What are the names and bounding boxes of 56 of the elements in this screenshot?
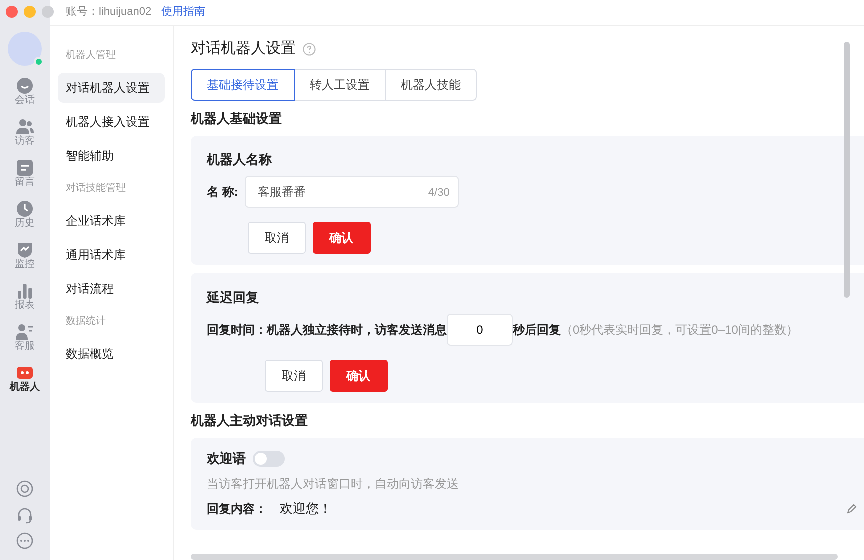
- person-list-icon[interactable]: [16, 323, 34, 341]
- toggle-switch[interactable]: [252, 450, 284, 467]
- help-icon[interactable]: [302, 42, 316, 56]
- horizontal-scrollbar[interactable]: [191, 554, 838, 560]
- menu-item[interactable]: 企业话术库: [58, 206, 165, 236]
- card-title: 机器人名称: [207, 151, 273, 170]
- menu-item[interactable]: 机器人接入设置: [58, 107, 165, 137]
- field-label: 秒后回复: [513, 322, 561, 338]
- confirm-button[interactable]: 确认: [312, 222, 370, 254]
- tab[interactable]: 基础接待设置: [191, 68, 295, 100]
- shield-icon[interactable]: [16, 241, 34, 259]
- edit-icon[interactable]: [846, 502, 858, 515]
- menu-item[interactable]: 对话机器人设置: [58, 73, 165, 103]
- account-label: 账号：lihuijuan02: [66, 5, 152, 20]
- robot-icon[interactable]: [16, 364, 34, 382]
- people-icon[interactable]: [16, 118, 34, 136]
- menu-item[interactable]: 数据概览: [58, 339, 165, 369]
- menu-item[interactable]: 通用话术库: [58, 240, 165, 270]
- bar-chart-icon[interactable]: [16, 282, 34, 300]
- vertical-scrollbar[interactable]: [844, 42, 850, 298]
- online-status-dot: [34, 57, 44, 67]
- chat-bubble-icon[interactable]: [16, 77, 34, 95]
- menu-item[interactable]: 智能辅助: [58, 141, 165, 171]
- confirm-button[interactable]: 确认: [330, 360, 388, 392]
- section-title: 机器人主动对话设置: [191, 412, 309, 430]
- cancel-button[interactable]: 取消: [248, 222, 306, 254]
- card-title: 欢迎语: [207, 450, 246, 468]
- hint-text: （0秒代表实时回复，可设置0–10间的整数）: [561, 322, 798, 338]
- zoom-button[interactable]: [42, 6, 54, 18]
- target-icon[interactable]: [16, 480, 34, 498]
- guide-link[interactable]: 使用指南: [162, 4, 206, 21]
- nav-label[interactable]: 机器人: [10, 382, 40, 394]
- page-title: 对话机器人设置: [191, 39, 296, 59]
- headset-icon[interactable]: [16, 506, 34, 524]
- close-button[interactable]: [6, 6, 18, 18]
- more-icon[interactable]: [16, 532, 34, 550]
- tab[interactable]: 转人工设置: [294, 68, 386, 100]
- avatar[interactable]: [8, 32, 42, 66]
- character-counter: 4/30: [428, 186, 450, 202]
- menu-item[interactable]: 对话流程: [58, 274, 165, 304]
- card-title: 延迟回复: [207, 288, 260, 306]
- field-label: 回复时间：机器人独立接待时，访客发送消息: [207, 322, 447, 338]
- group-title: 机器人管理: [65, 48, 117, 63]
- description-text: 当访客打开机器人对话窗口时，自动向访客发送: [207, 476, 460, 492]
- section-title: 机器人基础设置: [191, 110, 283, 128]
- note-icon[interactable]: [16, 159, 34, 177]
- field-label: 名 称:: [207, 184, 238, 202]
- clock-icon[interactable]: [16, 200, 34, 218]
- tab[interactable]: 机器人技能: [385, 68, 477, 100]
- reply-content-text: 欢迎您！: [280, 500, 332, 518]
- seconds-input-field[interactable]: 0: [447, 314, 513, 346]
- minimize-button[interactable]: [24, 6, 36, 18]
- group-title: 对话技能管理: [65, 182, 127, 196]
- group-title: 数据统计: [65, 314, 107, 329]
- cancel-button[interactable]: 取消: [265, 360, 323, 392]
- field-label: 回复内容：: [207, 500, 267, 518]
